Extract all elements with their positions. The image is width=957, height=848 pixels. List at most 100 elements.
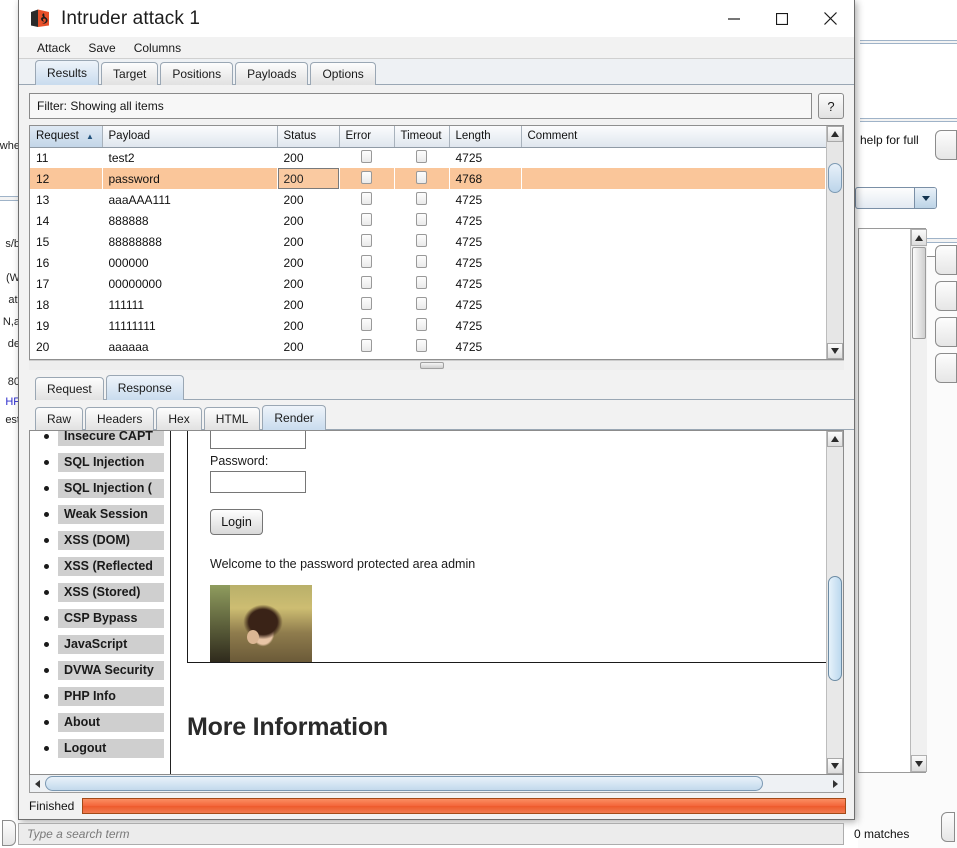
render-horizontal-scrollbar[interactable] [29,775,844,793]
timeout-checkbox[interactable] [416,317,427,331]
error-checkbox[interactable] [361,296,372,310]
table-row[interactable]: 15 88888888 200 4725 [30,231,826,252]
dvwa-sidebar-item[interactable]: JavaScript [44,631,164,657]
password-input[interactable] [210,471,306,493]
minimize-button[interactable] [710,0,758,37]
error-checkbox[interactable] [361,317,372,331]
table-row[interactable]: 14 888888 200 4725 [30,210,826,231]
dvwa-sidebar-item[interactable]: XSS (DOM) [44,527,164,553]
error-checkbox[interactable] [361,275,372,289]
username-input[interactable] [210,431,306,449]
error-checkbox[interactable] [361,338,372,352]
results-horizontal-scrollbar[interactable] [29,360,844,370]
table-row[interactable]: 11 test2 200 4725 [30,147,826,168]
tab-headers[interactable]: Headers [85,407,155,430]
timeout-checkbox[interactable] [416,338,427,352]
scroll-up-icon[interactable] [827,431,843,447]
tab-payloads[interactable]: Payloads [235,62,309,85]
tab-hex[interactable]: Hex [156,407,202,430]
tab-options[interactable]: Options [310,62,376,85]
menu-attack[interactable]: Attack [35,40,72,56]
error-checkbox[interactable] [361,170,372,184]
table-row[interactable]: 19 11111111 200 4725 [30,315,826,336]
column-header-timeout[interactable]: Timeout [394,126,450,148]
error-checkbox[interactable] [361,149,372,163]
timeout-checkbox[interactable] [416,233,427,247]
dvwa-sidebar-item[interactable]: About [44,709,164,735]
column-header-comment[interactable]: Comment [521,126,826,148]
scroll-down-icon[interactable] [911,755,927,772]
error-checkbox[interactable] [361,233,372,247]
table-row[interactable]: 20 aaaaaa 200 4725 [30,336,826,357]
dvwa-sidebar-item[interactable]: XSS (Reflected [44,553,164,579]
table-row[interactable]: 17 00000000 200 4725 [30,273,826,294]
bg-side-button-3[interactable] [935,281,957,311]
error-checkbox[interactable] [361,254,372,268]
dvwa-sidebar-item[interactable]: Insecure CAPT [44,431,164,449]
dvwa-sidebar-item[interactable]: PHP Info [44,683,164,709]
timeout-checkbox[interactable] [416,275,427,289]
tab-render[interactable]: Render [262,405,326,430]
tab-response[interactable]: Response [105,375,184,400]
render-viewport[interactable]: Insecure CAPT SQL Injection SQL Injection … [30,431,826,774]
column-header-length[interactable]: Length [449,126,522,148]
column-header-request[interactable]: Request ▲ [30,126,103,148]
timeout-checkbox[interactable] [416,254,427,268]
tab-request[interactable]: Request [35,377,104,400]
table-row[interactable]: 13 aaaAAA111 200 4725 [30,189,826,210]
tab-raw[interactable]: Raw [35,407,84,430]
tab-html[interactable]: HTML [203,407,261,430]
scroll-left-icon[interactable] [30,776,45,792]
filter-bar[interactable]: Filter: Showing all items [29,93,812,119]
scroll-up-icon[interactable] [827,126,843,142]
dvwa-sidebar-item[interactable]: SQL Injection ( [44,475,164,501]
dvwa-sidebar-item[interactable]: Logout [44,735,164,761]
column-header-payload[interactable]: Payload [102,126,278,148]
tab-positions[interactable]: Positions [160,62,234,85]
bg-side-button-2[interactable] [935,245,957,275]
column-header-status[interactable]: Status [277,126,340,148]
search-input[interactable]: Type a search term [18,823,844,845]
dvwa-sidebar-item[interactable]: CSP Bypass [44,605,164,631]
question-mark-icon[interactable]: ? [818,93,844,119]
menu-save[interactable]: Save [86,40,117,56]
scrollbar-thumb[interactable] [45,776,763,791]
timeout-checkbox[interactable] [416,149,427,163]
scrollbar-thumb[interactable] [828,163,842,193]
close-button[interactable] [806,0,854,37]
scroll-up-icon[interactable] [911,229,927,246]
bg-vertical-scrollbar[interactable] [910,229,927,772]
timeout-checkbox[interactable] [416,212,427,226]
chevron-down-icon[interactable] [914,188,936,208]
bg-side-button-4[interactable] [935,317,957,347]
bg-bottom-left-button[interactable] [2,820,16,846]
dvwa-sidebar-item[interactable]: SQL Injection [44,449,164,475]
scrollbar-thumb[interactable] [828,576,842,681]
scroll-down-icon[interactable] [827,758,843,774]
dvwa-sidebar-item[interactable]: DVWA Security [44,657,164,683]
dvwa-sidebar-item[interactable]: XSS (Stored) [44,579,164,605]
table-row[interactable]: 18 111111 200 4725 [30,294,826,315]
scrollbar-thumb[interactable] [420,362,445,369]
timeout-checkbox[interactable] [416,296,427,310]
dvwa-sidebar-item[interactable]: Weak Session [44,501,164,527]
error-checkbox[interactable] [361,212,372,226]
scroll-down-icon[interactable] [827,343,843,359]
bg-dropdown[interactable] [855,187,937,209]
column-header-error[interactable]: Error [339,126,395,148]
tab-target[interactable]: Target [101,62,159,85]
tab-results[interactable]: Results [35,60,100,85]
timeout-checkbox[interactable] [416,170,427,184]
table-row[interactable]: 16 000000 200 4725 [30,252,826,273]
results-vertical-scrollbar[interactable] [826,126,843,359]
table-row[interactable]: 12 password 200 4768 [30,168,826,189]
error-checkbox[interactable] [361,191,372,205]
bg-side-button-1[interactable] [935,130,957,160]
maximize-button[interactable] [758,0,806,37]
menu-columns[interactable]: Columns [132,40,183,56]
timeout-checkbox[interactable] [416,191,427,205]
scrollbar-thumb[interactable] [912,247,926,339]
bg-side-button-5[interactable] [935,353,957,383]
render-vertical-scrollbar[interactable] [826,431,843,774]
scroll-right-icon[interactable] [828,776,843,792]
